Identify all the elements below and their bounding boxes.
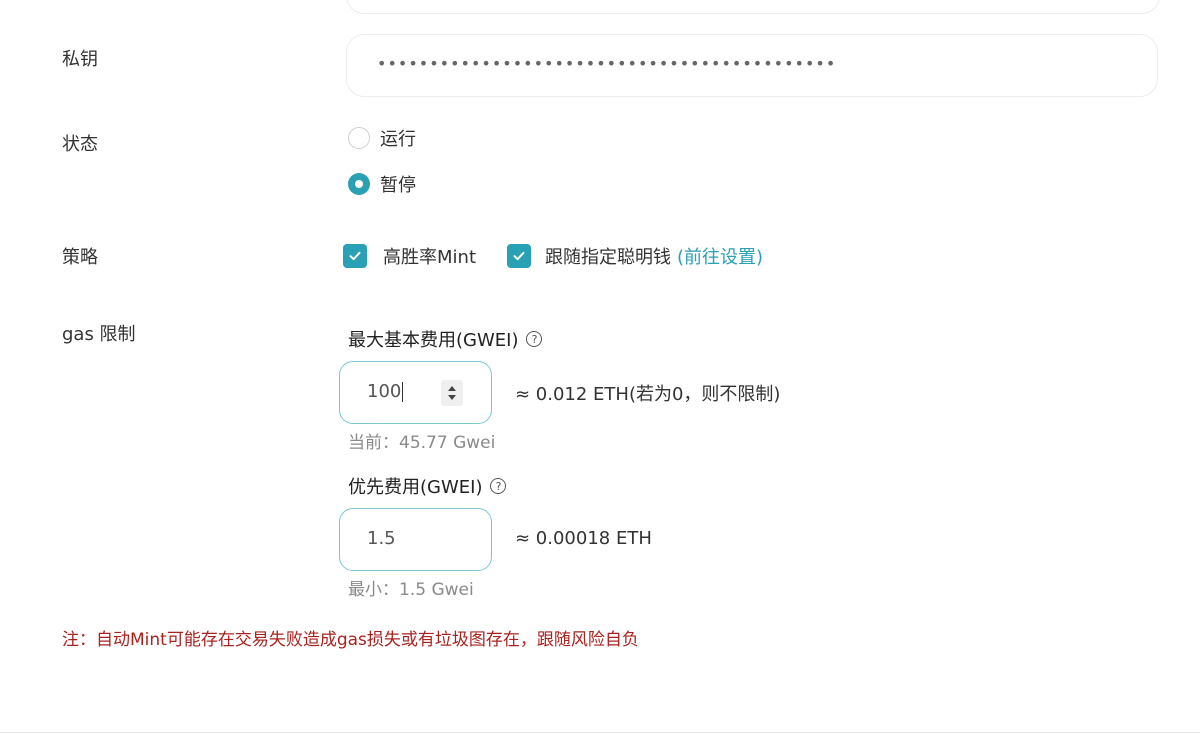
max-base-fee-approx: ≈ 0.012 ETH(若为0，则不限制) <box>515 384 781 405</box>
strategy-option-follow-smart-money[interactable]: 跟随指定聪明钱 (前往设置) <box>507 243 763 269</box>
number-stepper[interactable] <box>441 380 463 406</box>
priority-fee-hint: 最小：1.5 Gwei <box>348 580 474 600</box>
status-option-run-label: 运行 <box>380 129 416 150</box>
priority-fee-title-text: 优先费用(GWEI) <box>348 477 483 498</box>
max-base-fee-title: 最大基本费用(GWEI) ? <box>348 326 543 352</box>
risk-note: 注：自动Mint可能存在交易失败造成gas损失或有垃圾图存在，跟随风险自负 <box>62 630 639 650</box>
status-label: 状态 <box>62 134 98 155</box>
status-option-run[interactable]: 运行 <box>348 125 416 151</box>
max-base-fee-title-text: 最大基本费用(GWEI) <box>348 330 519 351</box>
help-icon[interactable]: ? <box>526 331 543 347</box>
status-option-pause[interactable]: 暂停 <box>348 171 416 197</box>
max-base-fee-value: 100 <box>367 381 404 402</box>
gas-limit-label: gas 限制 <box>62 324 136 345</box>
strategy-option-high-win-rate[interactable]: 高胜率Mint <box>343 243 476 269</box>
strategy-option-high-win-rate-label: 高胜率Mint <box>383 247 476 268</box>
checkbox-checked-icon[interactable] <box>343 244 367 268</box>
status-option-pause-label: 暂停 <box>380 175 416 196</box>
stepper-down-icon[interactable] <box>447 394 457 401</box>
radio-checked-icon[interactable] <box>348 173 370 195</box>
divider <box>0 732 1200 733</box>
max-base-fee-hint: 当前：45.77 Gwei <box>348 433 496 453</box>
priority-fee-input[interactable]: 1.5 <box>339 508 492 571</box>
strategy-label: 策略 <box>62 247 98 268</box>
private-key-label: 私钥 <box>62 49 98 70</box>
private-key-input[interactable]: ••••••••••••••••••••••••••••••••••••••••… <box>346 34 1158 97</box>
max-base-fee-input[interactable]: 100 <box>339 361 492 424</box>
priority-fee-value: 1.5 <box>367 528 396 549</box>
previous-field-input[interactable] <box>346 0 1160 14</box>
checkbox-checked-icon[interactable] <box>507 244 531 268</box>
go-to-settings-link[interactable]: (前往设置) <box>677 243 763 269</box>
help-icon[interactable]: ? <box>490 478 507 494</box>
stepper-up-icon[interactable] <box>447 385 457 392</box>
priority-fee-title: 优先费用(GWEI) ? <box>348 473 507 499</box>
radio-unchecked-icon[interactable] <box>348 127 370 149</box>
priority-fee-approx: ≈ 0.00018 ETH <box>515 528 652 549</box>
private-key-masked-value: ••••••••••••••••••••••••••••••••••••••••… <box>377 54 837 73</box>
text-caret <box>402 382 404 402</box>
strategy-option-follow-smart-money-label: 跟随指定聪明钱 <box>545 247 671 268</box>
